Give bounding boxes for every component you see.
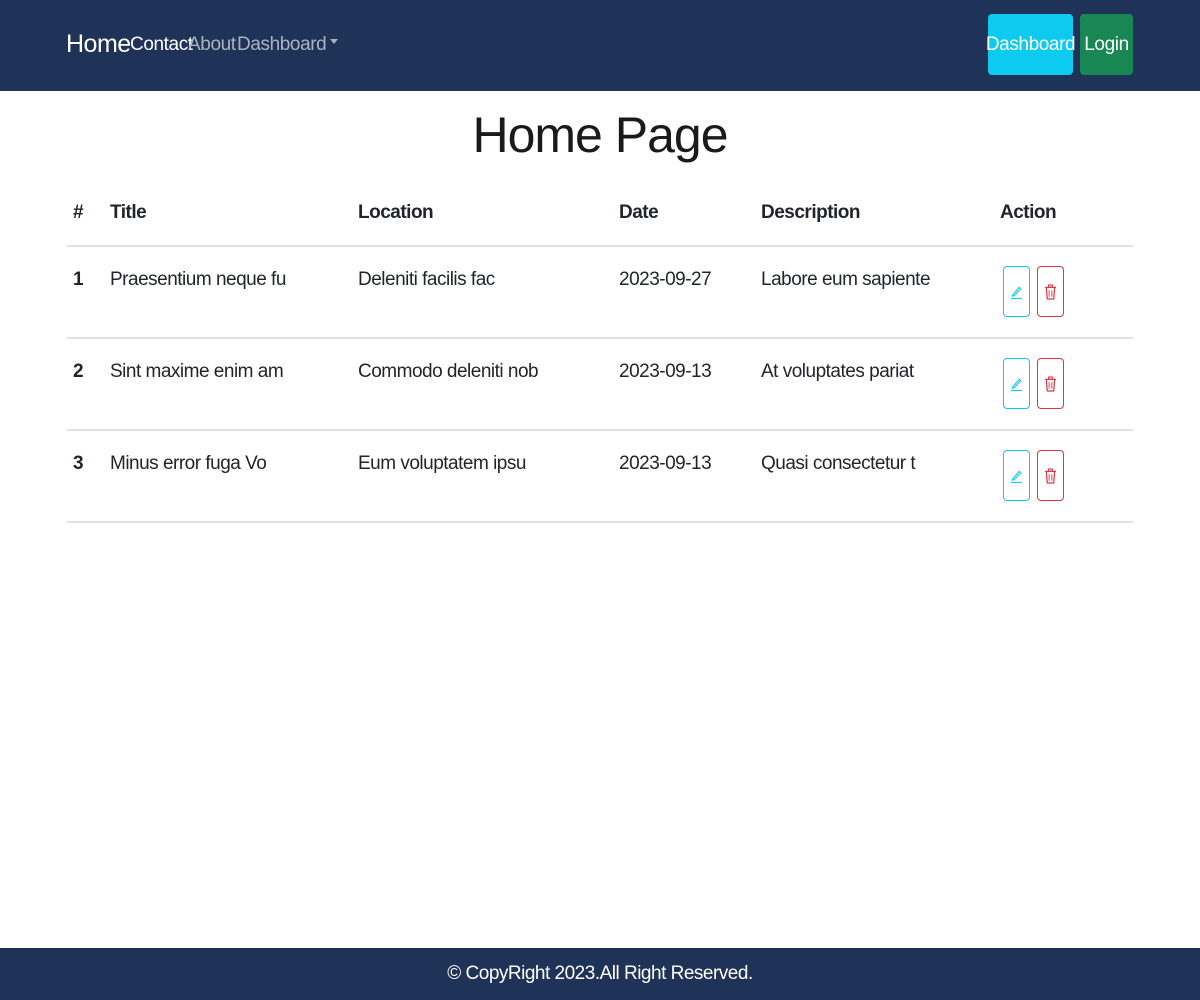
nav-link-about[interactable]: About bbox=[188, 34, 236, 56]
row-title: Sint maxime enim am bbox=[110, 361, 284, 382]
edit-button[interactable] bbox=[1003, 358, 1030, 409]
pencil-icon bbox=[1010, 470, 1023, 483]
trash-icon bbox=[1044, 375, 1057, 392]
column-header-date: Date bbox=[619, 202, 659, 223]
events-table: # Title Location Date Description Action… bbox=[67, 184, 1133, 523]
row-number: 2 bbox=[73, 361, 84, 382]
nav-dropdown-dashboard[interactable]: Dashboard bbox=[237, 34, 339, 56]
delete-button[interactable] bbox=[1037, 266, 1064, 317]
pencil-icon bbox=[1010, 286, 1023, 299]
row-description: Labore eum sapiente bbox=[761, 269, 931, 290]
footer: © CopyRight 2023.All Right Reserved. bbox=[0, 948, 1200, 1000]
row-location: Eum voluptatem ipsu bbox=[358, 453, 526, 474]
delete-button[interactable] bbox=[1037, 450, 1064, 501]
table-header-row: # Title Location Date Description Action bbox=[67, 184, 1133, 247]
column-header-action: Action bbox=[1000, 202, 1057, 223]
trash-icon bbox=[1044, 283, 1057, 300]
edit-button[interactable] bbox=[1003, 450, 1030, 501]
column-header-number: # bbox=[73, 202, 84, 223]
row-title: Praesentium neque fu bbox=[110, 269, 286, 290]
page-title: Home Page bbox=[472, 107, 728, 163]
row-description: Quasi consectetur t bbox=[761, 453, 916, 474]
table-row: 1 Praesentium neque fu Deleniti facilis … bbox=[67, 247, 1133, 339]
nav-link-contact[interactable]: Contact bbox=[130, 34, 193, 56]
login-button[interactable]: Login bbox=[1080, 14, 1133, 75]
row-description: At voluptates pariat bbox=[761, 361, 914, 382]
caret-down-icon bbox=[330, 39, 339, 45]
dashboard-button[interactable]: Dashboard bbox=[986, 14, 1076, 75]
delete-button[interactable] bbox=[1037, 358, 1064, 409]
row-date: 2023-09-27 bbox=[619, 269, 712, 290]
row-title: Minus error fuga Vo bbox=[110, 453, 267, 474]
navbar: Home Contact About Dashboard Dashboard L… bbox=[0, 0, 1200, 91]
row-number: 1 bbox=[73, 269, 84, 290]
row-date: 2023-09-13 bbox=[619, 453, 712, 474]
table-row: 3 Minus error fuga Vo Eum voluptatem ips… bbox=[67, 431, 1133, 523]
pencil-icon bbox=[1010, 378, 1023, 391]
column-header-title: Title bbox=[110, 202, 147, 223]
nav-dropdown-dashboard-label: Dashboard bbox=[237, 34, 327, 55]
edit-button[interactable] bbox=[1003, 266, 1030, 317]
column-header-description: Description bbox=[761, 202, 861, 223]
row-number: 3 bbox=[73, 453, 84, 474]
table-row: 2 Sint maxime enim am Commodo deleniti n… bbox=[67, 339, 1133, 431]
trash-icon bbox=[1044, 467, 1057, 484]
brand-link[interactable]: Home bbox=[66, 30, 131, 59]
row-location: Commodo deleniti nob bbox=[358, 361, 539, 382]
row-date: 2023-09-13 bbox=[619, 361, 712, 382]
column-header-location: Location bbox=[358, 202, 434, 223]
footer-copyright: © CopyRight 2023.All Right Reserved. bbox=[447, 963, 753, 984]
row-location: Deleniti facilis fac bbox=[358, 269, 495, 290]
